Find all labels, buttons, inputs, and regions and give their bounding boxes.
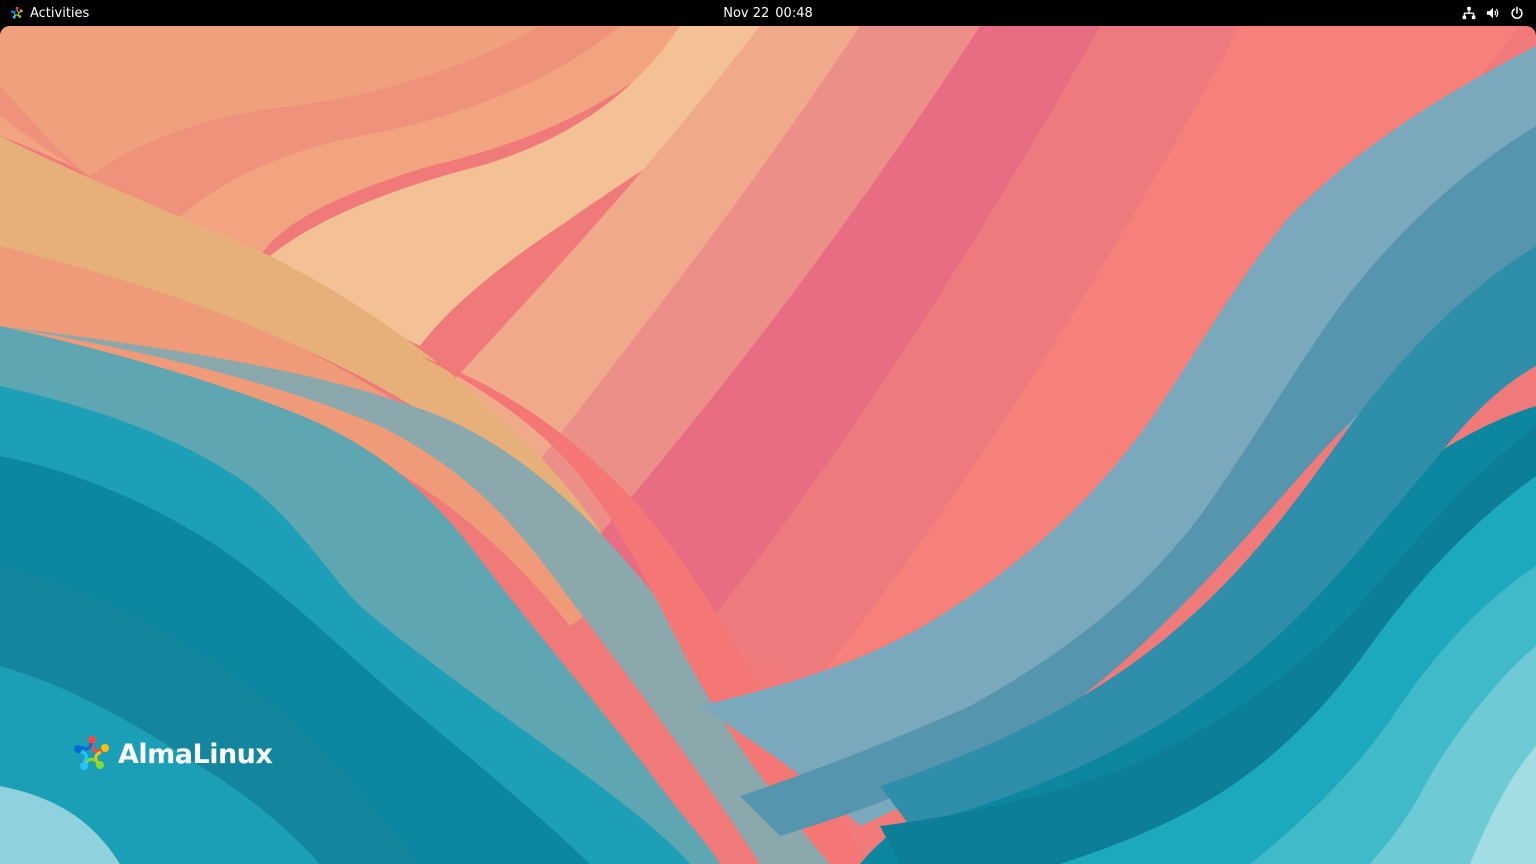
speaker-volume-icon[interactable]	[1486, 6, 1500, 20]
almalinux-logo-icon	[74, 736, 109, 770]
clock: Nov 22 00:48	[0, 0, 1536, 26]
almalinux-wordmark: AlmaLinux	[118, 738, 273, 770]
system-tray	[1462, 0, 1524, 26]
activities-label: Activities	[30, 5, 90, 21]
clock-time[interactable]: 00:48	[775, 6, 812, 21]
power-icon[interactable]	[1510, 6, 1524, 20]
top-bar: Activities Nov 22 00:48	[0, 0, 1536, 26]
almalinux-brand: AlmaLinux	[72, 734, 273, 774]
network-wired-icon[interactable]	[1462, 6, 1476, 20]
clock-date[interactable]: Nov 22	[723, 6, 769, 21]
activities-button[interactable]: Activities	[10, 0, 89, 26]
desktop[interactable]: AlmaLinux	[0, 26, 1536, 864]
almalinux-small-logo-icon	[10, 6, 23, 19]
